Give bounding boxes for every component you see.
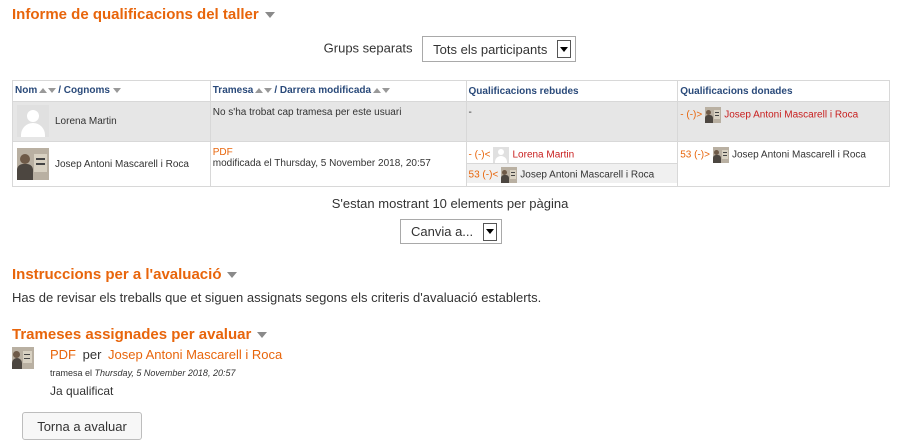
submission-title-link[interactable]: PDF [50,347,76,362]
sort-modified-icon[interactable] [373,85,391,96]
user-name-link[interactable]: Josep Antoni Mascarell i Roca [55,159,189,170]
sort-submission-icon[interactable] [255,85,273,96]
sort-name-link[interactable]: Nom [15,86,37,97]
default-user-icon [493,147,510,163]
sort-name-icon[interactable] [39,85,57,96]
sort-surname-link[interactable]: / Cognoms [58,86,110,97]
given-grade: 53 (-)> Josep Antoni Mascarell i Roca [678,142,889,168]
instructions-title[interactable]: Instruccions per a l'avaluació [12,266,238,283]
sort-submission-link[interactable]: Tramesa [213,86,254,97]
user-cell: Josep Antoni Mascarell i Roca [13,142,210,186]
per-page-text: S'estan mostrant 10 elements per pàgina [331,196,569,211]
author-link[interactable]: Josep Antoni Mascarell i Roca [108,347,282,362]
received-from-link[interactable]: Lorena Martin [512,150,574,161]
submission-cell: PDF modificada el Thursday, 5 November 2… [211,142,466,174]
dropdown-arrow-icon [483,222,498,241]
assigned-title[interactable]: Trameses assignades per avaluar [12,326,268,343]
per-page-select[interactable]: Canvia a... [400,219,503,244]
user-photo-icon[interactable] [12,347,34,369]
instructions-text: Has de revisar els treballs que et sigue… [12,290,542,305]
report-title[interactable]: Informe de qualificacions del taller [12,6,275,23]
given-grade: - (-)> Josep Antoni Mascarell i Roca [678,102,889,128]
no-submission-text: No s'ha trobat cap tramesa per este usua… [212,107,402,118]
header-given: Qualificacions donades [677,80,890,102]
group-selector-row: Grups separats Tots els participants [0,36,900,62]
submission-modified: modificada el Thursday, 5 November 2018,… [212,158,431,169]
groups-select[interactable]: Tots els participants [422,36,577,62]
received-from-link[interactable]: Josep Antoni Mascarell i Roca [520,170,654,181]
header-name: Nom / Cognoms [12,80,211,102]
given-to-link[interactable]: Josep Antoni Mascarell i Roca [732,150,866,161]
reassess-button[interactable]: Torna a avaluar [22,412,142,440]
user-photo-icon [705,107,722,123]
header-received: Qualificacions rebudes [465,80,679,102]
user-photo-icon [712,147,729,163]
received-grade: - (-)< Lorena Martin [467,142,678,163]
groups-label: Grups separats [323,40,413,56]
default-user-icon[interactable] [17,105,49,137]
collapse-caret-icon[interactable] [257,332,268,339]
grades-table: Nom / Cognoms Tramesa / Darrera modificada… [12,80,890,187]
user-photo-icon[interactable] [17,148,49,180]
user-name-link[interactable]: Lorena Martin [55,116,117,127]
sort-surname-icon[interactable] [112,85,121,96]
submission-status: Ja qualificat [50,384,114,398]
submission-pdf-link[interactable]: PDF [213,147,233,158]
dropdown-arrow-icon [557,40,572,58]
received-grade: 53 (-)< Josep Antoni Mascarell i Roca [466,163,678,183]
sort-modified-link[interactable]: / Darrera modificada [274,86,371,97]
table-row: Lorena Martin No s'ha trobat cap tramesa… [12,101,890,142]
collapse-caret-icon[interactable] [264,12,275,19]
table-header-row: Nom / Cognoms Tramesa / Darrera modificada… [12,80,890,102]
table-row: Josep Antoni Mascarell i Roca PDF modifi… [12,141,890,187]
submission-title-line: PDF per Josep Antoni Mascarell i Roca [50,347,283,362]
collapse-caret-icon[interactable] [227,272,238,279]
submission-meta: tramesa el Thursday, 5 November 2018, 20… [50,368,236,378]
user-cell: Lorena Martin [13,102,210,140]
given-to-link[interactable]: Josep Antoni Mascarell i Roca [724,110,858,121]
user-photo-icon [501,167,518,183]
received-grade: - [468,107,472,118]
header-submission: Tramesa / Darrera modificada [209,80,467,102]
